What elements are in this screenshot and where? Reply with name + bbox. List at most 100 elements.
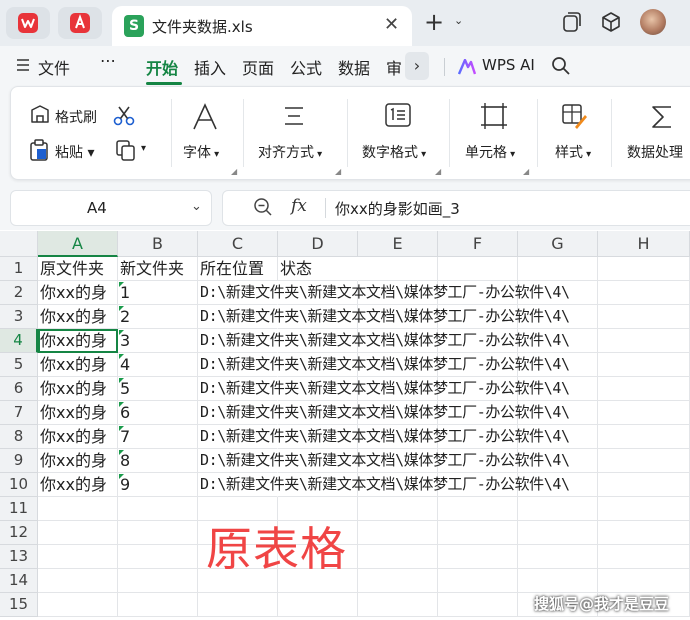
cell-h3[interactable] <box>598 305 690 329</box>
close-tab-icon[interactable]: ✕ <box>384 14 399 35</box>
number-format-dialog-launcher-icon[interactable]: ◢ <box>435 167 441 176</box>
cell-h4[interactable] <box>598 329 690 353</box>
cell-g13[interactable] <box>518 545 598 569</box>
cell-h8[interactable] <box>598 425 690 449</box>
cell-h10[interactable] <box>598 473 690 497</box>
column-header-h[interactable]: H <box>598 231 690 257</box>
cell-a5[interactable]: 你xx的身 <box>38 353 118 377</box>
cell-a3[interactable]: 你xx的身 <box>38 305 118 329</box>
cell-g12[interactable] <box>518 521 598 545</box>
cube-icon[interactable] <box>600 11 622 33</box>
cell-c15[interactable] <box>198 593 278 617</box>
cell-c7[interactable]: D:\新建文件夹\新建文本文档\媒体梦工厂-办公软件\4\ <box>198 401 570 425</box>
column-header-b[interactable]: B <box>118 231 198 257</box>
row-header-6[interactable]: 6 <box>0 377 38 401</box>
column-header-f[interactable]: F <box>438 231 518 257</box>
menu-file[interactable]: 文件 <box>38 55 70 79</box>
cell-d15[interactable] <box>278 593 358 617</box>
cell-a7[interactable]: 你xx的身 <box>38 401 118 425</box>
cell-b9[interactable]: 8 <box>118 449 198 473</box>
cell-h1[interactable] <box>598 257 690 281</box>
cell-f1[interactable] <box>438 257 518 281</box>
wps-home-button[interactable] <box>6 7 50 39</box>
row-header-12[interactable]: 12 <box>0 521 38 545</box>
alignment-button[interactable]: 对齐方式 ▾ <box>258 142 322 162</box>
cell-d1[interactable]: 状态 <box>278 257 358 281</box>
cell-e11[interactable] <box>358 497 438 521</box>
fx-icon[interactable]: fx <box>291 196 307 216</box>
cell-c9[interactable]: D:\新建文件夹\新建文本文档\媒体梦工厂-办公软件\4\ <box>198 449 570 473</box>
select-all-corner[interactable] <box>0 231 38 257</box>
cell-b6[interactable]: 5 <box>118 377 198 401</box>
tab-list-chevron-icon[interactable]: ⌄ <box>454 14 463 27</box>
row-header-3[interactable]: 3 <box>0 305 38 329</box>
row-header-14[interactable]: 14 <box>0 569 38 593</box>
row-header-8[interactable]: 8 <box>0 425 38 449</box>
cell-h2[interactable] <box>598 281 690 305</box>
cell-a4[interactable]: 你xx的身 <box>38 329 118 353</box>
tab-insert[interactable]: 插入 <box>194 55 226 79</box>
row-header-4[interactable]: 4 <box>0 329 38 353</box>
tab-data[interactable]: 数据 <box>338 55 370 79</box>
cell-e12[interactable] <box>358 521 438 545</box>
wps-ai-button[interactable]: WPS AI <box>482 56 535 74</box>
cell-b13[interactable] <box>118 545 198 569</box>
name-box[interactable]: A4 ⌄ <box>10 190 212 226</box>
cell-a15[interactable] <box>38 593 118 617</box>
cell-a9[interactable]: 你xx的身 <box>38 449 118 473</box>
cell-f15[interactable] <box>438 593 518 617</box>
cell-h5[interactable] <box>598 353 690 377</box>
column-header-e[interactable]: E <box>358 231 438 257</box>
column-header-g[interactable]: G <box>518 231 598 257</box>
cell-a12[interactable] <box>38 521 118 545</box>
cell-g11[interactable] <box>518 497 598 521</box>
cell-button[interactable]: 单元格 ▾ <box>465 142 515 162</box>
format-painter-button[interactable]: 格式刷 <box>55 107 97 127</box>
cell-h13[interactable] <box>598 545 690 569</box>
cell-a10[interactable]: 你xx的身 <box>38 473 118 497</box>
cell-a13[interactable] <box>38 545 118 569</box>
spreadsheet-grid[interactable]: 原表格 搜狐号@我才是豆豆 A B C D E F G H 1 原文件夹 新文件夹 所在位置 状态 2 你x… <box>0 231 690 620</box>
cell-b2[interactable]: 1 <box>118 281 198 305</box>
cell-b7[interactable]: 6 <box>118 401 198 425</box>
font-dialog-launcher-icon[interactable]: ◢ <box>231 167 237 176</box>
cell-e14[interactable] <box>358 569 438 593</box>
cell-h6[interactable] <box>598 377 690 401</box>
cell-f11[interactable] <box>438 497 518 521</box>
row-header-9[interactable]: 9 <box>0 449 38 473</box>
formula-input[interactable]: fx 你xx的身影如画_3 <box>222 190 690 226</box>
cell-c8[interactable]: D:\新建文件夹\新建文本文档\媒体梦工厂-办公软件\4\ <box>198 425 570 449</box>
column-header-a[interactable]: A <box>38 231 118 257</box>
row-header-7[interactable]: 7 <box>0 401 38 425</box>
cell-b8[interactable]: 7 <box>118 425 198 449</box>
search-icon[interactable] <box>551 56 571 76</box>
paste-button[interactable]: 粘贴 ▾ <box>55 142 94 162</box>
cell-h12[interactable] <box>598 521 690 545</box>
cell-c5[interactable]: D:\新建文件夹\新建文本文档\媒体梦工厂-办公软件\4\ <box>198 353 570 377</box>
column-header-d[interactable]: D <box>278 231 358 257</box>
cell-b10[interactable]: 9 <box>118 473 198 497</box>
cell-a14[interactable] <box>38 569 118 593</box>
tab-formula[interactable]: 公式 <box>290 55 322 79</box>
style-button[interactable]: 样式 ▾ <box>555 142 591 162</box>
cell-e1[interactable] <box>358 257 438 281</box>
alignment-dialog-launcher-icon[interactable]: ◢ <box>335 167 341 176</box>
cell-f14[interactable] <box>438 569 518 593</box>
hamburger-menu-icon[interactable] <box>16 58 30 72</box>
restore-window-icon[interactable] <box>562 11 582 33</box>
cell-e15[interactable] <box>358 593 438 617</box>
cell-b12[interactable] <box>118 521 198 545</box>
data-processing-button[interactable]: 数据处理 <box>627 142 683 162</box>
copy-dropdown-icon[interactable]: ▾ <box>141 143 146 154</box>
font-button[interactable]: 字体 ▾ <box>183 142 219 162</box>
more-menu-icon[interactable]: ⋯ <box>100 51 116 70</box>
cell-b1[interactable]: 新文件夹 <box>118 257 198 281</box>
new-tab-button[interactable]: + <box>424 8 444 36</box>
row-header-15[interactable]: 15 <box>0 593 38 617</box>
cell-a11[interactable] <box>38 497 118 521</box>
zoom-icon[interactable] <box>253 197 273 217</box>
cell-g14[interactable] <box>518 569 598 593</box>
cell-a6[interactable]: 你xx的身 <box>38 377 118 401</box>
cell-f13[interactable] <box>438 545 518 569</box>
row-header-10[interactable]: 10 <box>0 473 38 497</box>
